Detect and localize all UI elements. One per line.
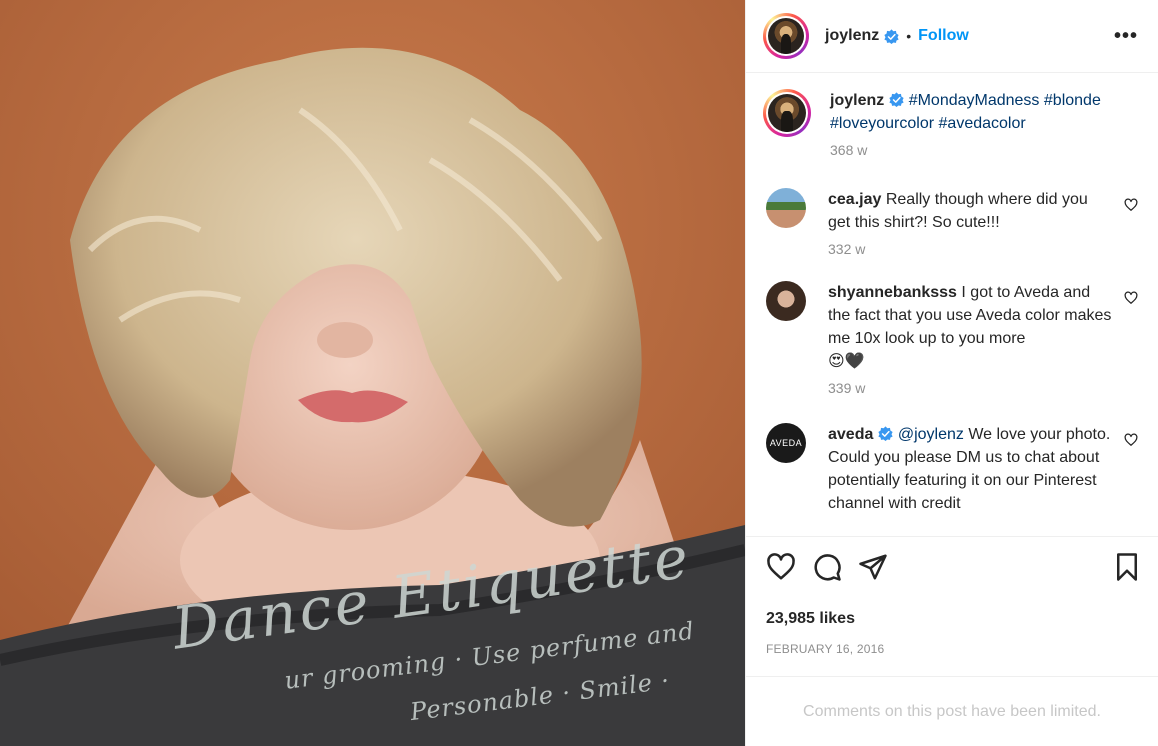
author-username[interactable]: joylenz [825, 27, 879, 45]
more-options-icon[interactable]: ••• [1114, 26, 1138, 46]
comment-item: shyannebanksss I got to Aveda and the fa… [763, 281, 1140, 396]
commenter-avatar[interactable]: AVEDA [766, 423, 806, 463]
hashtag-link[interactable]: #MondayMadness [909, 92, 1040, 109]
caption-time[interactable]: 368 w [830, 142, 1114, 158]
comment-item: cea.jay Really though where did you get … [763, 188, 1140, 257]
author-avatar[interactable] [768, 18, 804, 54]
paper-plane-icon[interactable] [858, 552, 888, 582]
post-caption: joylenz #MondayMadness #blonde #loveyour… [763, 89, 1140, 158]
caption-username[interactable]: joylenz [830, 92, 884, 109]
commenter-username[interactable]: aveda [828, 426, 873, 443]
heart-icon[interactable] [766, 552, 796, 582]
aveda-logo-text: AVEDA [769, 438, 803, 448]
comment-emoji: 😍🖤 [828, 353, 865, 370]
commenter-username[interactable]: cea.jay [828, 191, 881, 208]
comment-time[interactable]: 332 w [828, 241, 1114, 257]
story-ring[interactable] [763, 13, 809, 59]
follow-button[interactable]: Follow [918, 27, 969, 45]
comments-list[interactable]: joylenz #MondayMadness #blonde #loveyour… [746, 73, 1158, 536]
like-comment-heart-icon[interactable] [1124, 433, 1138, 447]
post-date[interactable]: FEBRUARY 16, 2016 [746, 628, 1158, 656]
comments-limited-notice: Comments on this post have been limited. [746, 676, 1158, 746]
hashtag-link[interactable]: #avedacolor [939, 115, 1026, 132]
post-side-panel: joylenz • Follow ••• joylenz #MondayMadn… [745, 0, 1158, 746]
instagram-post: Dance Etiquette ur grooming · Use perfum… [0, 0, 1158, 746]
commenter-username[interactable]: shyannebanksss [828, 284, 957, 301]
post-actions-bar [746, 536, 1158, 596]
author-avatar[interactable] [768, 94, 806, 132]
verified-badge-icon [878, 426, 893, 441]
hashtag-link[interactable]: #loveyourcolor [830, 115, 934, 132]
separator-dot: • [906, 28, 912, 44]
verified-badge-icon [884, 28, 899, 44]
likes-count[interactable]: 23,985 likes [746, 596, 1158, 628]
comment-item: AVEDA aveda @joylenz We love your photo.… [763, 423, 1140, 515]
commenter-avatar[interactable] [766, 188, 806, 228]
mention-link[interactable]: @joylenz [898, 426, 964, 443]
commenter-avatar[interactable] [766, 281, 806, 321]
hashtag-link[interactable]: #blonde [1044, 92, 1101, 109]
post-header: joylenz • Follow ••• [746, 0, 1158, 73]
story-ring[interactable] [763, 89, 811, 137]
post-photo[interactable]: Dance Etiquette ur grooming · Use perfum… [0, 0, 745, 746]
like-comment-heart-icon[interactable] [1124, 291, 1138, 305]
bookmark-icon[interactable] [1112, 552, 1142, 582]
like-comment-heart-icon[interactable] [1124, 198, 1138, 212]
comment-bubble-icon[interactable] [812, 552, 842, 582]
comment-time[interactable]: 339 w [828, 380, 1114, 396]
verified-badge-icon [889, 92, 904, 107]
